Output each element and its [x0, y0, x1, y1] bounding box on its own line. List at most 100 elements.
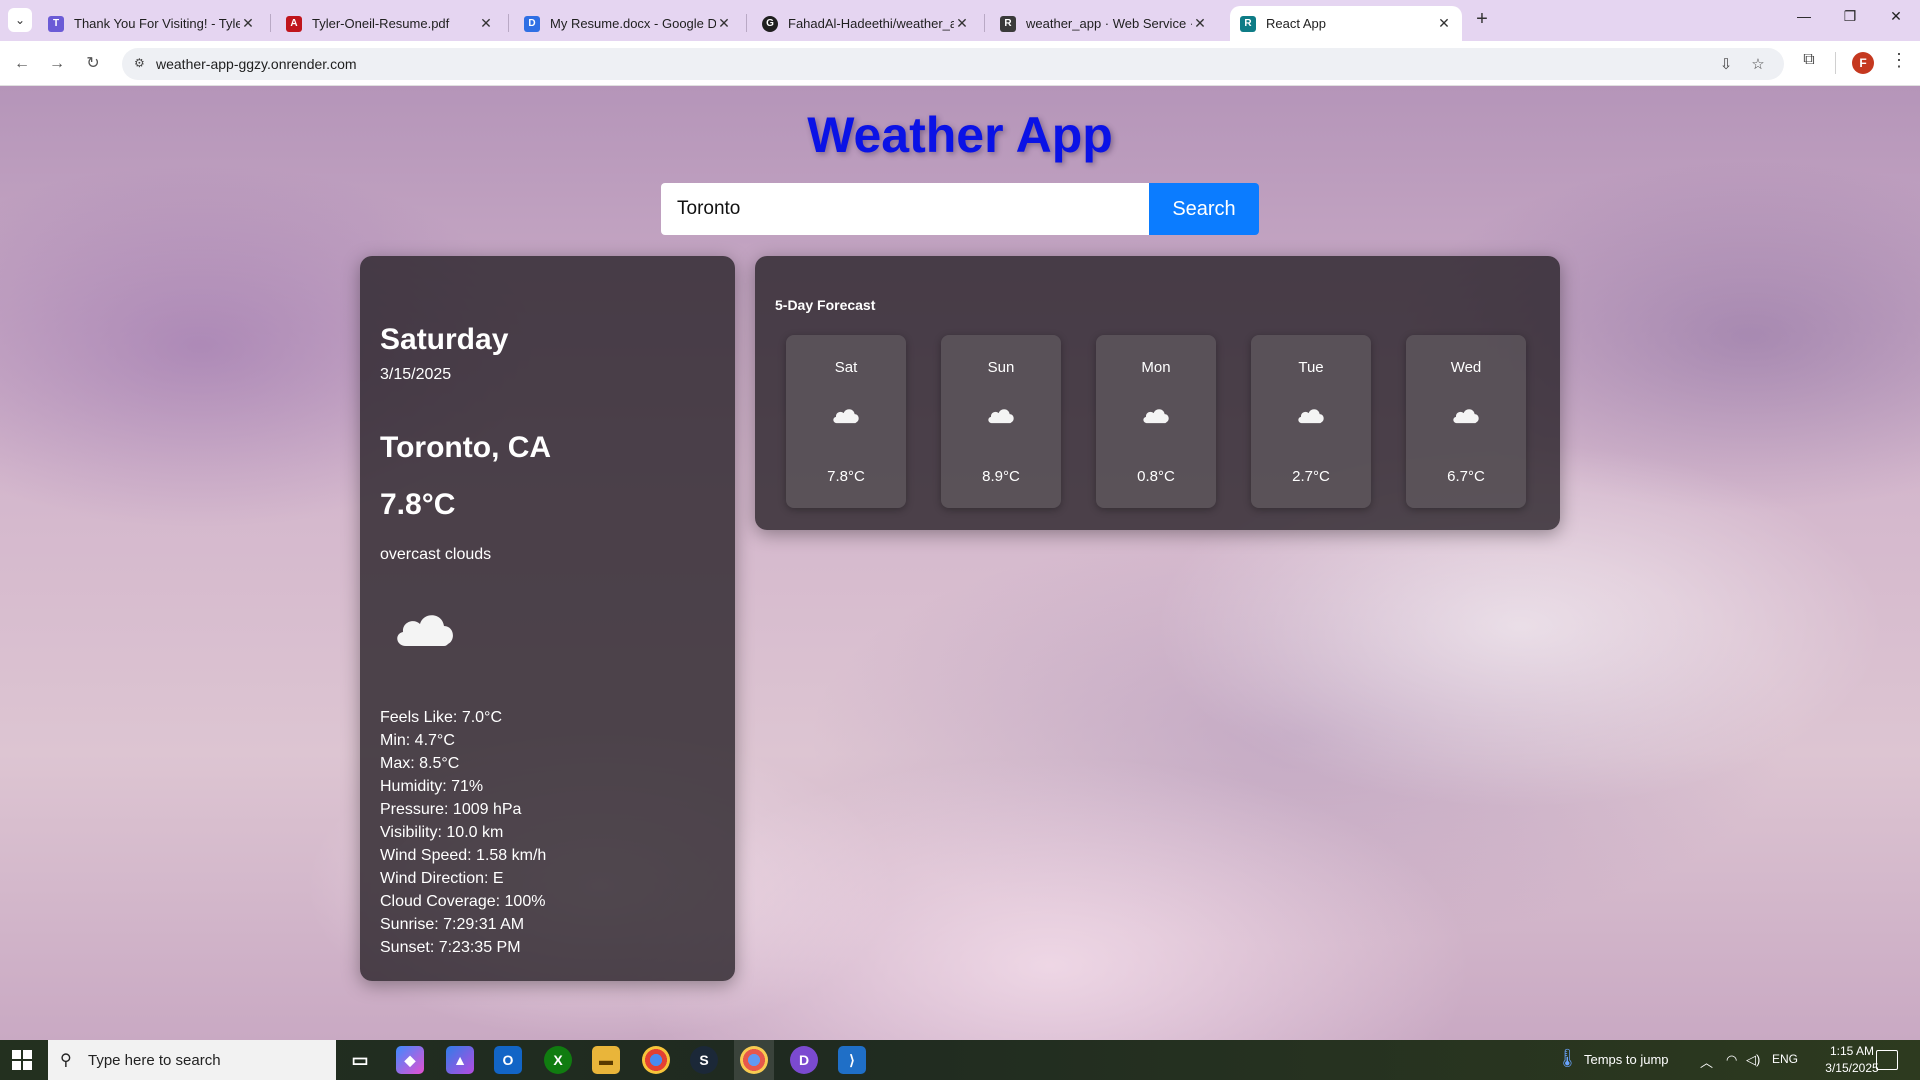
- forecast-day-card: Sat 7.8°C: [786, 335, 906, 508]
- back-icon[interactable]: ←: [9, 51, 35, 77]
- extensions-icon[interactable]: ⧉: [1797, 51, 1821, 75]
- tab-title: My Resume.docx - Google Docs: [550, 16, 716, 31]
- forecast-card: 5-Day Forecast Sat 7.8°C Sun 8.9°C Mon 0…: [755, 256, 1560, 530]
- forecast-temp: 6.7°C: [1447, 468, 1485, 485]
- render-icon: R: [1000, 15, 1016, 32]
- cloud-icon: [1143, 409, 1169, 424]
- taskbar-search-placeholder: Type here to search: [88, 1052, 221, 1069]
- current-date: 3/15/2025: [380, 366, 452, 383]
- minimize-icon[interactable]: —: [1781, 8, 1827, 32]
- sunset: Sunset: 7:23:35 PM: [380, 939, 521, 956]
- volume-icon[interactable]: ◁): [1746, 1052, 1760, 1068]
- tab-title: Thank You For Visiting! - Tyler O: [74, 16, 240, 31]
- current-temperature: 7.8°C: [380, 488, 456, 521]
- task-view-icon[interactable]: ▭: [346, 1046, 374, 1074]
- forecast-day-card: Wed 6.7°C: [1406, 335, 1526, 508]
- pdf-icon: A: [286, 15, 302, 32]
- show-hidden-icons-icon[interactable]: ︿: [1700, 1052, 1713, 1071]
- address-bar[interactable]: ⚙ weather-app-ggzy.onrender.com ⇩ ☆: [122, 48, 1784, 80]
- min-temp: Min: 4.7°C: [380, 732, 455, 749]
- steam-icon[interactable]: S: [690, 1046, 718, 1074]
- copilot-icon[interactable]: ◆: [396, 1046, 424, 1074]
- docs-icon: D: [524, 15, 540, 32]
- tab-favicon-icon: T: [48, 15, 64, 32]
- outlook-icon[interactable]: O: [494, 1046, 522, 1074]
- file-explorer-icon[interactable]: ▬: [592, 1046, 620, 1074]
- restore-icon[interactable]: ❐: [1827, 8, 1873, 32]
- close-icon[interactable]: ✕: [240, 15, 256, 32]
- pressure: Pressure: 1009 hPa: [380, 801, 522, 818]
- tab-search-button[interactable]: ⌄: [8, 8, 32, 32]
- windows-start-icon[interactable]: [12, 1050, 32, 1070]
- github-icon: G: [762, 15, 778, 32]
- weather-details-list: Feels Like: 7.0°C Min: 4.7°C Max: 8.5°C …: [380, 706, 546, 959]
- clock-date: 3/15/2025: [1825, 1061, 1879, 1075]
- browser-tab-bar: ⌄ T Thank You For Visiting! - Tyler O ✕ …: [0, 0, 1920, 41]
- current-weather-card: Saturday 3/15/2025 Toronto, CA 7.8°C ove…: [360, 256, 735, 981]
- vscode-icon[interactable]: ⟩: [838, 1046, 866, 1074]
- tab-google-docs[interactable]: D My Resume.docx - Google Docs ✕: [514, 6, 742, 41]
- cloud-icon: [1453, 409, 1479, 424]
- forecast-day-name: Sun: [987, 359, 1015, 376]
- microsoft365-icon[interactable]: ▲: [446, 1046, 474, 1074]
- install-app-icon[interactable]: ⇩: [1716, 55, 1736, 75]
- discord-icon[interactable]: D: [790, 1046, 818, 1074]
- taskbar-weather[interactable]: Temps to jump: [1584, 1052, 1669, 1067]
- forecast-title: 5-Day Forecast: [775, 297, 876, 313]
- close-icon[interactable]: ✕: [716, 15, 732, 32]
- cloud-coverage: Cloud Coverage: 100%: [380, 893, 546, 910]
- forecast-temp: 7.8°C: [827, 468, 865, 485]
- tab-resume-pdf[interactable]: A Tyler-Oneil-Resume.pdf ✕: [276, 6, 504, 41]
- window-close-icon[interactable]: ✕: [1873, 8, 1919, 32]
- taskbar-search-box[interactable]: ⚲ Type here to search: [48, 1040, 336, 1080]
- address-url[interactable]: weather-app-ggzy.onrender.com: [156, 56, 357, 72]
- tab-thank-you[interactable]: T Thank You For Visiting! - Tyler O ✕: [38, 6, 266, 41]
- profile-avatar[interactable]: F: [1852, 52, 1874, 74]
- current-city: Toronto, CA: [380, 431, 552, 464]
- network-icon[interactable]: ◠: [1726, 1052, 1737, 1068]
- forecast-temp: 8.9°C: [982, 468, 1020, 485]
- site-info-icon[interactable]: ⚙: [134, 56, 150, 72]
- sunrise: Sunrise: 7:29:31 AM: [380, 916, 525, 933]
- react-icon: R: [1240, 15, 1256, 32]
- tab-react-app[interactable]: R React App ✕: [1230, 6, 1462, 41]
- xbox-icon[interactable]: X: [544, 1046, 572, 1074]
- tab-render-service[interactable]: R weather_app · Web Service · R ✕: [990, 6, 1218, 41]
- close-icon[interactable]: ✕: [954, 15, 970, 32]
- bookmark-star-icon[interactable]: ☆: [1748, 55, 1768, 75]
- taskbar-clock[interactable]: 1:15 AM 3/15/2025: [1820, 1043, 1884, 1077]
- city-search-input[interactable]: [661, 183, 1149, 235]
- tab-title: Tyler-Oneil-Resume.pdf: [312, 16, 450, 31]
- close-icon[interactable]: ✕: [1192, 15, 1208, 32]
- forecast-day-card: Sun 8.9°C: [941, 335, 1061, 508]
- max-temp: Max: 8.5°C: [380, 755, 460, 772]
- forecast-day-name: Wed: [1450, 359, 1482, 376]
- forecast-temp: 2.7°C: [1292, 468, 1330, 485]
- close-icon[interactable]: ✕: [1436, 15, 1452, 32]
- browser-toolbar: ← → ↻ ⚙ weather-app-ggzy.onrender.com ⇩ …: [0, 41, 1920, 86]
- cloud-icon: [833, 409, 859, 424]
- forecast-day-name: Tue: [1298, 359, 1324, 376]
- tab-github[interactable]: G FahadAl-Hadeethi/weather_app ✕: [752, 6, 980, 41]
- forecast-day-name: Sat: [834, 359, 858, 376]
- cloud-icon: [988, 409, 1014, 424]
- chrome-icon[interactable]: [642, 1046, 670, 1074]
- tab-title: weather_app · Web Service · R: [1026, 16, 1192, 31]
- reload-icon[interactable]: ↻: [80, 51, 106, 77]
- forecast-temp: 0.8°C: [1137, 468, 1175, 485]
- app-title: Weather App: [807, 107, 1113, 163]
- cloud-icon: [397, 615, 453, 646]
- forecast-day-name: Mon: [1141, 359, 1171, 376]
- new-tab-button[interactable]: +: [1470, 8, 1494, 32]
- weather-description: overcast clouds: [380, 546, 492, 563]
- close-icon[interactable]: ✕: [478, 15, 494, 32]
- search-button[interactable]: Search: [1149, 183, 1259, 235]
- language-indicator[interactable]: ENG: [1772, 1052, 1798, 1066]
- wind-direction: Wind Direction: E: [380, 870, 504, 887]
- browser-menu-icon[interactable]: ⋮: [1890, 50, 1908, 76]
- current-day: Saturday: [380, 323, 509, 356]
- notification-icon[interactable]: [1876, 1050, 1898, 1070]
- forward-icon[interactable]: →: [44, 51, 70, 77]
- tab-title: FahadAl-Hadeethi/weather_app: [788, 16, 954, 31]
- wind-speed: Wind Speed: 1.58 km/h: [380, 847, 547, 864]
